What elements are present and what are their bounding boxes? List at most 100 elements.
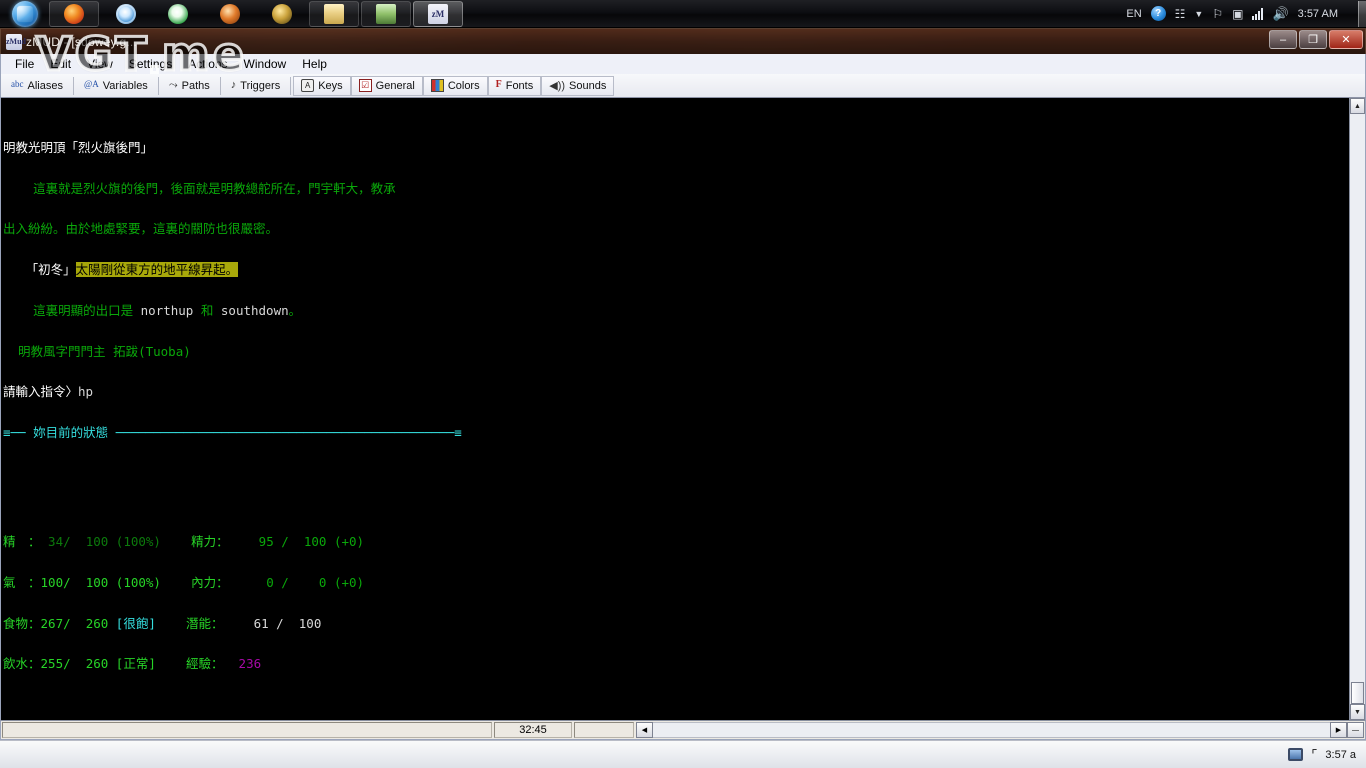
toolbar-button-sounds[interactable]: ◀)) Sounds (541, 75, 615, 96)
scroll-right-button[interactable]: ▶ (1330, 722, 1347, 738)
menu-item-edit[interactable]: Edit (42, 56, 79, 72)
scroll-left-button[interactable]: ◀ (636, 722, 653, 738)
output-line: 明教光明頂「烈火旗後門」 (3, 139, 1349, 155)
hp-row: 飲水：255/ 260 [正常] 經驗： 236 (3, 657, 1349, 671)
bottom-clock[interactable]: 3:57 a (1325, 749, 1356, 761)
room-title: 明教光明頂「烈火旗後門」 (3, 139, 154, 155)
output-line: 請輸入指令〉hp (3, 385, 1349, 399)
toolbar-label-aliases: Aliases (27, 79, 63, 92)
scroll-up-button[interactable]: ▲ (1350, 98, 1365, 114)
menu-item-window[interactable]: Window (236, 56, 295, 72)
tray-windows-icon[interactable]: ☷ (1175, 7, 1186, 21)
language-indicator[interactable]: EN (1126, 8, 1141, 20)
resize-grip[interactable]: — (1347, 722, 1364, 738)
hp-slash: / (63, 534, 71, 549)
hp-jingli-cur: 95 (251, 534, 274, 549)
status-pane-extra (574, 722, 634, 738)
exits-conjunction: 和 (193, 302, 221, 318)
paths-icon: ⤳ (168, 79, 178, 91)
menu-item-settings[interactable]: Settings (121, 56, 180, 72)
taskbar-item-internet-explorer[interactable] (101, 1, 151, 27)
show-desktop-button[interactable] (1358, 0, 1366, 27)
zmud-window: zMud zMUD - [sdowey.g... – ❐ ✕ File Edit… (0, 28, 1366, 762)
exit-northup: northup (140, 302, 194, 318)
hp-slash: / (63, 656, 71, 672)
toolbar-separator (290, 76, 292, 95)
minimize-button[interactable]: – (1269, 30, 1297, 49)
taskbar-item-thunderbird[interactable] (205, 1, 255, 27)
hp-food-max: 260 (85, 615, 109, 631)
toolbar-button-fonts[interactable]: F Fonts (487, 75, 542, 96)
toolbar-button-colors[interactable]: Colors (422, 75, 488, 96)
window-controls: – ❐ ✕ (1269, 30, 1363, 49)
menu-item-help[interactable]: Help (294, 56, 335, 72)
toolbar-button-general[interactable]: ☑ General (350, 75, 423, 96)
taskbar-item-game[interactable] (257, 1, 307, 27)
close-button[interactable]: ✕ (1329, 30, 1363, 49)
fonts-icon: F (495, 79, 502, 90)
start-button[interactable] (2, 0, 48, 27)
menu-item-file[interactable]: File (7, 56, 42, 72)
hp-panel-header-right: ≡ (454, 425, 462, 441)
menu-item-actions[interactable]: Actions (180, 56, 235, 72)
toolbar-button-aliases[interactable]: abc Aliases (3, 76, 71, 96)
hp-row: 氣 ：100/ 100 (100%) 內力： 0 / 0 (+0) (3, 574, 1349, 590)
menu-item-view[interactable]: View (79, 56, 121, 72)
internet-explorer-icon (116, 3, 136, 24)
toolbar-label-colors: Colors (447, 79, 480, 92)
volume-icon[interactable]: 🔊 (1272, 6, 1288, 22)
scroll-thumb[interactable] (1351, 682, 1364, 704)
restore-button[interactable]: ❐ (1299, 30, 1327, 49)
toolbar-button-variables[interactable]: @A Variables (76, 76, 156, 96)
taskbar-clock[interactable]: 3:57 AM (1298, 8, 1338, 20)
output-line: ≡── 妳目前的狀態 ─────────────────────────────… (3, 426, 1349, 440)
horizontal-scrollbar[interactable]: ◀ ▶ — (636, 722, 1364, 738)
game-icon (272, 3, 292, 24)
taskbar-item-zmud[interactable]: zM (413, 0, 463, 27)
mud-output[interactable]: 明教光明頂「烈火旗後門」 這裏就是烈火旗的後門，後面就是明教總舵所在，門宇軒大，… (1, 98, 1349, 720)
exits-prefix: 這裏明顯的出口是 (3, 302, 141, 318)
toolbar-button-triggers[interactable]: ♪ Triggers (223, 76, 288, 96)
taskbar-item-utorrent[interactable] (153, 1, 203, 27)
vertical-scrollbar[interactable]: ▲ ▼ (1349, 98, 1365, 720)
action-center-flag-icon[interactable]: ⚐ (1212, 7, 1223, 21)
abc-icon: abc (11, 79, 24, 89)
firefox-icon (64, 3, 84, 24)
scroll-down-button[interactable]: ▼ (1350, 704, 1365, 720)
tray-expand-chevron-icon[interactable]: ▼ (1194, 9, 1203, 19)
hp-qiannen-max: 100 (298, 615, 322, 631)
prompt: 請輸入指令〉 (3, 384, 79, 400)
hp-qi-cur: 100 (40, 574, 64, 590)
thunderbird-icon (220, 3, 240, 24)
hp-slash2: / (281, 534, 289, 549)
toolbar-label-fonts: Fonts (505, 79, 534, 92)
keys-icon: A (301, 79, 315, 92)
usb-icon[interactable]: ⌜ (1311, 747, 1317, 763)
hp-label-qi: 氣 ： (3, 574, 41, 590)
toolbar-button-paths[interactable]: ⤳ Paths (161, 76, 218, 96)
toolbar-button-keys[interactable]: A Keys (293, 75, 351, 96)
network-monitor-icon[interactable] (1288, 748, 1304, 761)
toolbar-separator (219, 76, 221, 95)
scroll-track[interactable] (1350, 114, 1365, 682)
battery-icon[interactable]: ▣ (1232, 7, 1243, 21)
horizontal-scroll-track[interactable] (653, 722, 1330, 738)
hp-water-max: 260 (85, 656, 109, 672)
hp-slash2: / (281, 574, 289, 590)
output-line: 這裏明顯的出口是 northup 和 southdown。 (3, 304, 1349, 318)
tool-bar: abc Aliases @A Variables ⤳ Paths ♪ Trigg… (0, 74, 1366, 98)
taskbar-item-firefox[interactable] (49, 0, 99, 27)
season-highlight: 太陽剛從東方的地平線昇起。 (75, 262, 239, 278)
hp-label-jingli: 精力： (191, 534, 229, 549)
signal-strength-icon[interactable] (1252, 7, 1264, 20)
window-title: zMUD - [sdowey.g... (26, 34, 137, 49)
help-icon[interactable]: ? (1150, 6, 1166, 21)
taskbar-item-network[interactable] (361, 0, 411, 27)
exit-southdown: southdown (220, 302, 289, 318)
toolbar-label-variables: Variables (102, 79, 148, 92)
room-desc-line-2: 出入紛紛。由於地處緊要，這裏的關防也很嚴密。 (3, 221, 279, 237)
network-icon (376, 3, 396, 24)
taskbar-item-explorer[interactable] (309, 0, 359, 27)
output-line: 明教風字門門主 拓跋(Tuoba) (3, 344, 1349, 359)
output-line: 出入紛紛。由於地處緊要，這裏的關防也很嚴密。 (3, 222, 1349, 236)
